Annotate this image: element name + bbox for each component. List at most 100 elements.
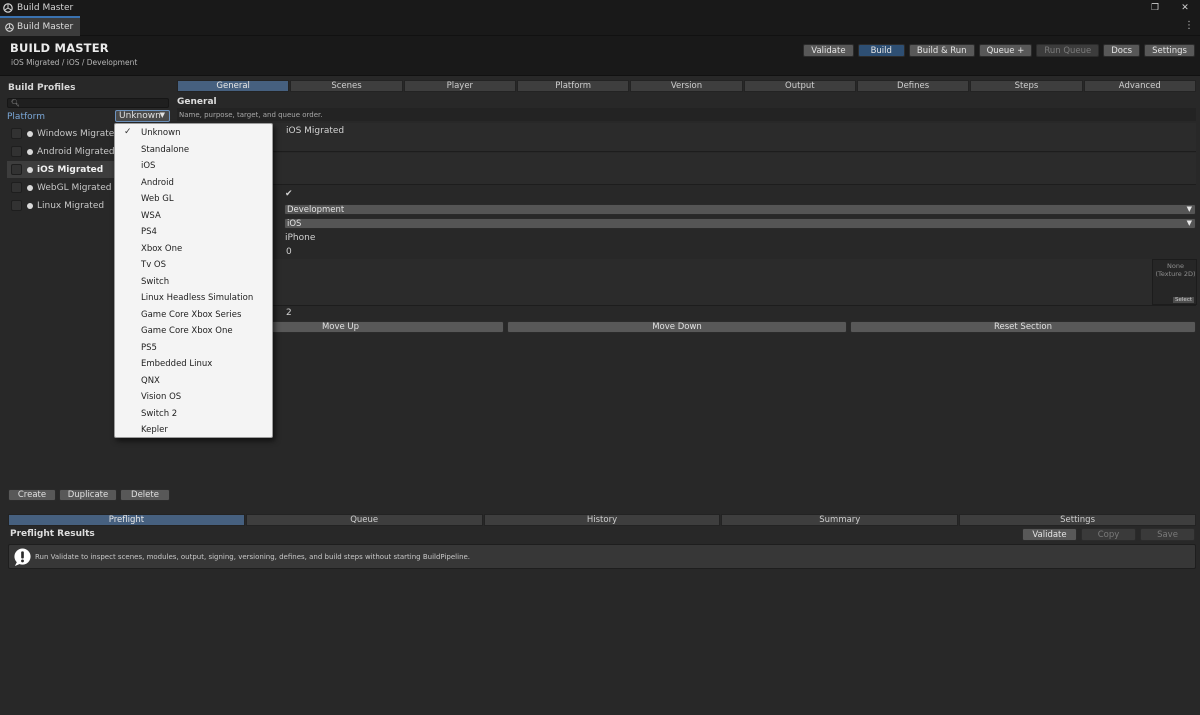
section-title: General xyxy=(177,97,217,107)
page-title: BUILD MASTER xyxy=(10,41,109,55)
save-button[interactable]: Save xyxy=(1140,528,1195,541)
menu-item-android[interactable]: Android xyxy=(115,175,272,192)
texture-picker[interactable]: None (Texture 2D) Select xyxy=(1152,259,1197,305)
copy-button[interactable]: Copy xyxy=(1081,528,1136,541)
menu-item-ps5[interactable]: PS5 xyxy=(115,340,272,357)
profile-checkbox[interactable] xyxy=(11,164,22,175)
app-header: BUILD MASTER iOS Migrated / iOS / Develo… xyxy=(0,36,1200,76)
window-title-bar: Build Master ❐ ✕ xyxy=(0,0,1200,16)
menu-item-ios[interactable]: iOS xyxy=(115,158,272,175)
profile-name-field[interactable]: iOS Migrated xyxy=(286,126,344,136)
build-profiles-title: Build Profiles xyxy=(8,83,76,93)
queue-add-button[interactable]: Queue + xyxy=(978,44,1033,57)
editor-tab-strip: Build Master ⋮ xyxy=(0,16,1200,36)
platform-filter-value: Unknown xyxy=(119,111,161,121)
tab-version[interactable]: Version xyxy=(630,80,743,92)
reset-section-button[interactable]: Reset Section xyxy=(850,321,1196,333)
move-down-button[interactable]: Move Down xyxy=(507,321,847,333)
menu-item-label: Switch xyxy=(141,276,170,287)
delete-profile-button[interactable]: Delete xyxy=(120,489,170,501)
enabled-checkmark-icon[interactable]: ✔ xyxy=(285,189,293,199)
preflight-validate-button[interactable]: Validate xyxy=(1022,528,1077,541)
chevron-down-icon: ▼ xyxy=(1186,219,1192,227)
menu-item-label: Game Core Xbox One xyxy=(141,326,233,337)
configuration-dropdown[interactable]: Development ▼ xyxy=(284,204,1196,215)
menu-item-ps4[interactable]: PS4 xyxy=(115,224,272,241)
menu-item-gamecore-xbox-one[interactable]: Game Core Xbox One xyxy=(115,323,272,340)
menu-item-label: Tv OS xyxy=(141,260,167,271)
profile-checkbox[interactable] xyxy=(11,146,22,157)
run-queue-button[interactable]: Run Queue xyxy=(1036,44,1100,57)
menu-item-qnx[interactable]: QNX xyxy=(115,373,272,390)
build-master-tab[interactable]: Build Master xyxy=(0,16,80,36)
menu-item-linux-headless[interactable]: Linux Headless Simulation xyxy=(115,290,272,307)
menu-item-vision-os[interactable]: Vision OS xyxy=(115,389,272,406)
section-subtitle: Name, purpose, target, and queue order. xyxy=(177,108,1196,121)
target-dropdown[interactable]: iOS ▼ xyxy=(284,218,1196,229)
status-dot-icon xyxy=(27,202,33,209)
build-button[interactable]: Build xyxy=(857,44,905,57)
chevron-down-icon: ▼ xyxy=(159,111,165,119)
search-icon: 🔍︎ xyxy=(11,99,20,107)
profile-search-input[interactable]: 🔍︎ xyxy=(7,98,169,108)
menu-item-label: Standalone xyxy=(141,144,190,155)
menu-item-embedded-linux[interactable]: Embedded Linux xyxy=(115,356,272,373)
tab-scenes[interactable]: Scenes xyxy=(290,80,403,92)
configuration-value: Development xyxy=(287,204,345,215)
menu-item-label: Unknown xyxy=(141,128,181,139)
tab-player[interactable]: Player xyxy=(403,80,516,92)
texture-select-button[interactable]: Select xyxy=(1173,297,1194,303)
tab-settings[interactable]: Settings xyxy=(959,514,1196,526)
tab-advanced[interactable]: Advanced xyxy=(1083,80,1196,92)
menu-item-unknown[interactable]: ✓ Unknown xyxy=(115,125,272,142)
profile-checkbox[interactable] xyxy=(11,200,22,211)
tab-queue[interactable]: Queue xyxy=(245,514,483,526)
tab-label: Build Master xyxy=(17,22,74,32)
platform-filter-dropdown[interactable]: Unknown ▼ xyxy=(115,110,170,122)
docs-button[interactable]: Docs xyxy=(1103,44,1141,57)
description-field[interactable] xyxy=(177,153,1196,185)
menu-item-wsa[interactable]: WSA xyxy=(115,208,272,225)
target-value: iOS xyxy=(287,218,302,229)
profile-checkbox[interactable] xyxy=(11,128,22,139)
tab-defines[interactable]: Defines xyxy=(856,80,970,92)
create-profile-button[interactable]: Create xyxy=(8,489,56,501)
menu-item-standalone[interactable]: Standalone xyxy=(115,142,272,159)
menu-item-webgl[interactable]: Web GL xyxy=(115,191,272,208)
menu-item-switch[interactable]: Switch xyxy=(115,274,272,291)
menu-item-label: iOS xyxy=(141,161,156,172)
close-window-button[interactable]: ✕ xyxy=(1170,0,1200,16)
menu-item-label: WSA xyxy=(141,210,161,221)
queue-order-field[interactable]: 2 xyxy=(286,308,292,318)
tab-summary[interactable]: Summary xyxy=(721,514,959,526)
tab-history[interactable]: History xyxy=(483,514,721,526)
breadcrumb: iOS Migrated / iOS / Development xyxy=(11,58,138,67)
checkmark-icon: ✓ xyxy=(124,127,132,137)
status-dot-icon xyxy=(27,184,33,191)
tab-preflight[interactable]: Preflight xyxy=(8,514,245,526)
settings-button[interactable]: Settings xyxy=(1144,44,1195,57)
menu-item-gamecore-xbox-series[interactable]: Game Core Xbox Series xyxy=(115,307,272,324)
tab-platform[interactable]: Platform xyxy=(516,80,630,92)
duplicate-profile-button[interactable]: Duplicate xyxy=(59,489,117,501)
menu-item-xbox-one[interactable]: Xbox One xyxy=(115,241,272,258)
tab-output[interactable]: Output xyxy=(743,80,856,92)
menu-item-label: Web GL xyxy=(141,194,174,205)
menu-item-tvos[interactable]: Tv OS xyxy=(115,257,272,274)
menu-item-label: Linux Headless Simulation xyxy=(141,293,254,304)
numeric-field-value[interactable]: 0 xyxy=(286,247,292,257)
menu-item-kepler[interactable]: Kepler xyxy=(115,422,272,439)
tab-steps[interactable]: Steps xyxy=(970,80,1083,92)
profile-checkbox[interactable] xyxy=(11,182,22,193)
menu-item-switch-2[interactable]: Switch 2 xyxy=(115,406,272,423)
preflight-results-title: Preflight Results xyxy=(10,529,95,539)
tab-general[interactable]: General xyxy=(177,80,290,92)
validate-button[interactable]: Validate xyxy=(803,44,854,57)
restore-window-button[interactable]: ❐ xyxy=(1140,0,1170,16)
texture-none-label: None xyxy=(1167,262,1184,270)
more-options-icon[interactable]: ⋮ xyxy=(1184,20,1194,31)
menu-item-label: Kepler xyxy=(141,425,168,436)
build-and-run-button[interactable]: Build & Run xyxy=(908,44,975,57)
status-dot-icon xyxy=(27,166,33,173)
unity-logo-icon xyxy=(3,3,13,13)
